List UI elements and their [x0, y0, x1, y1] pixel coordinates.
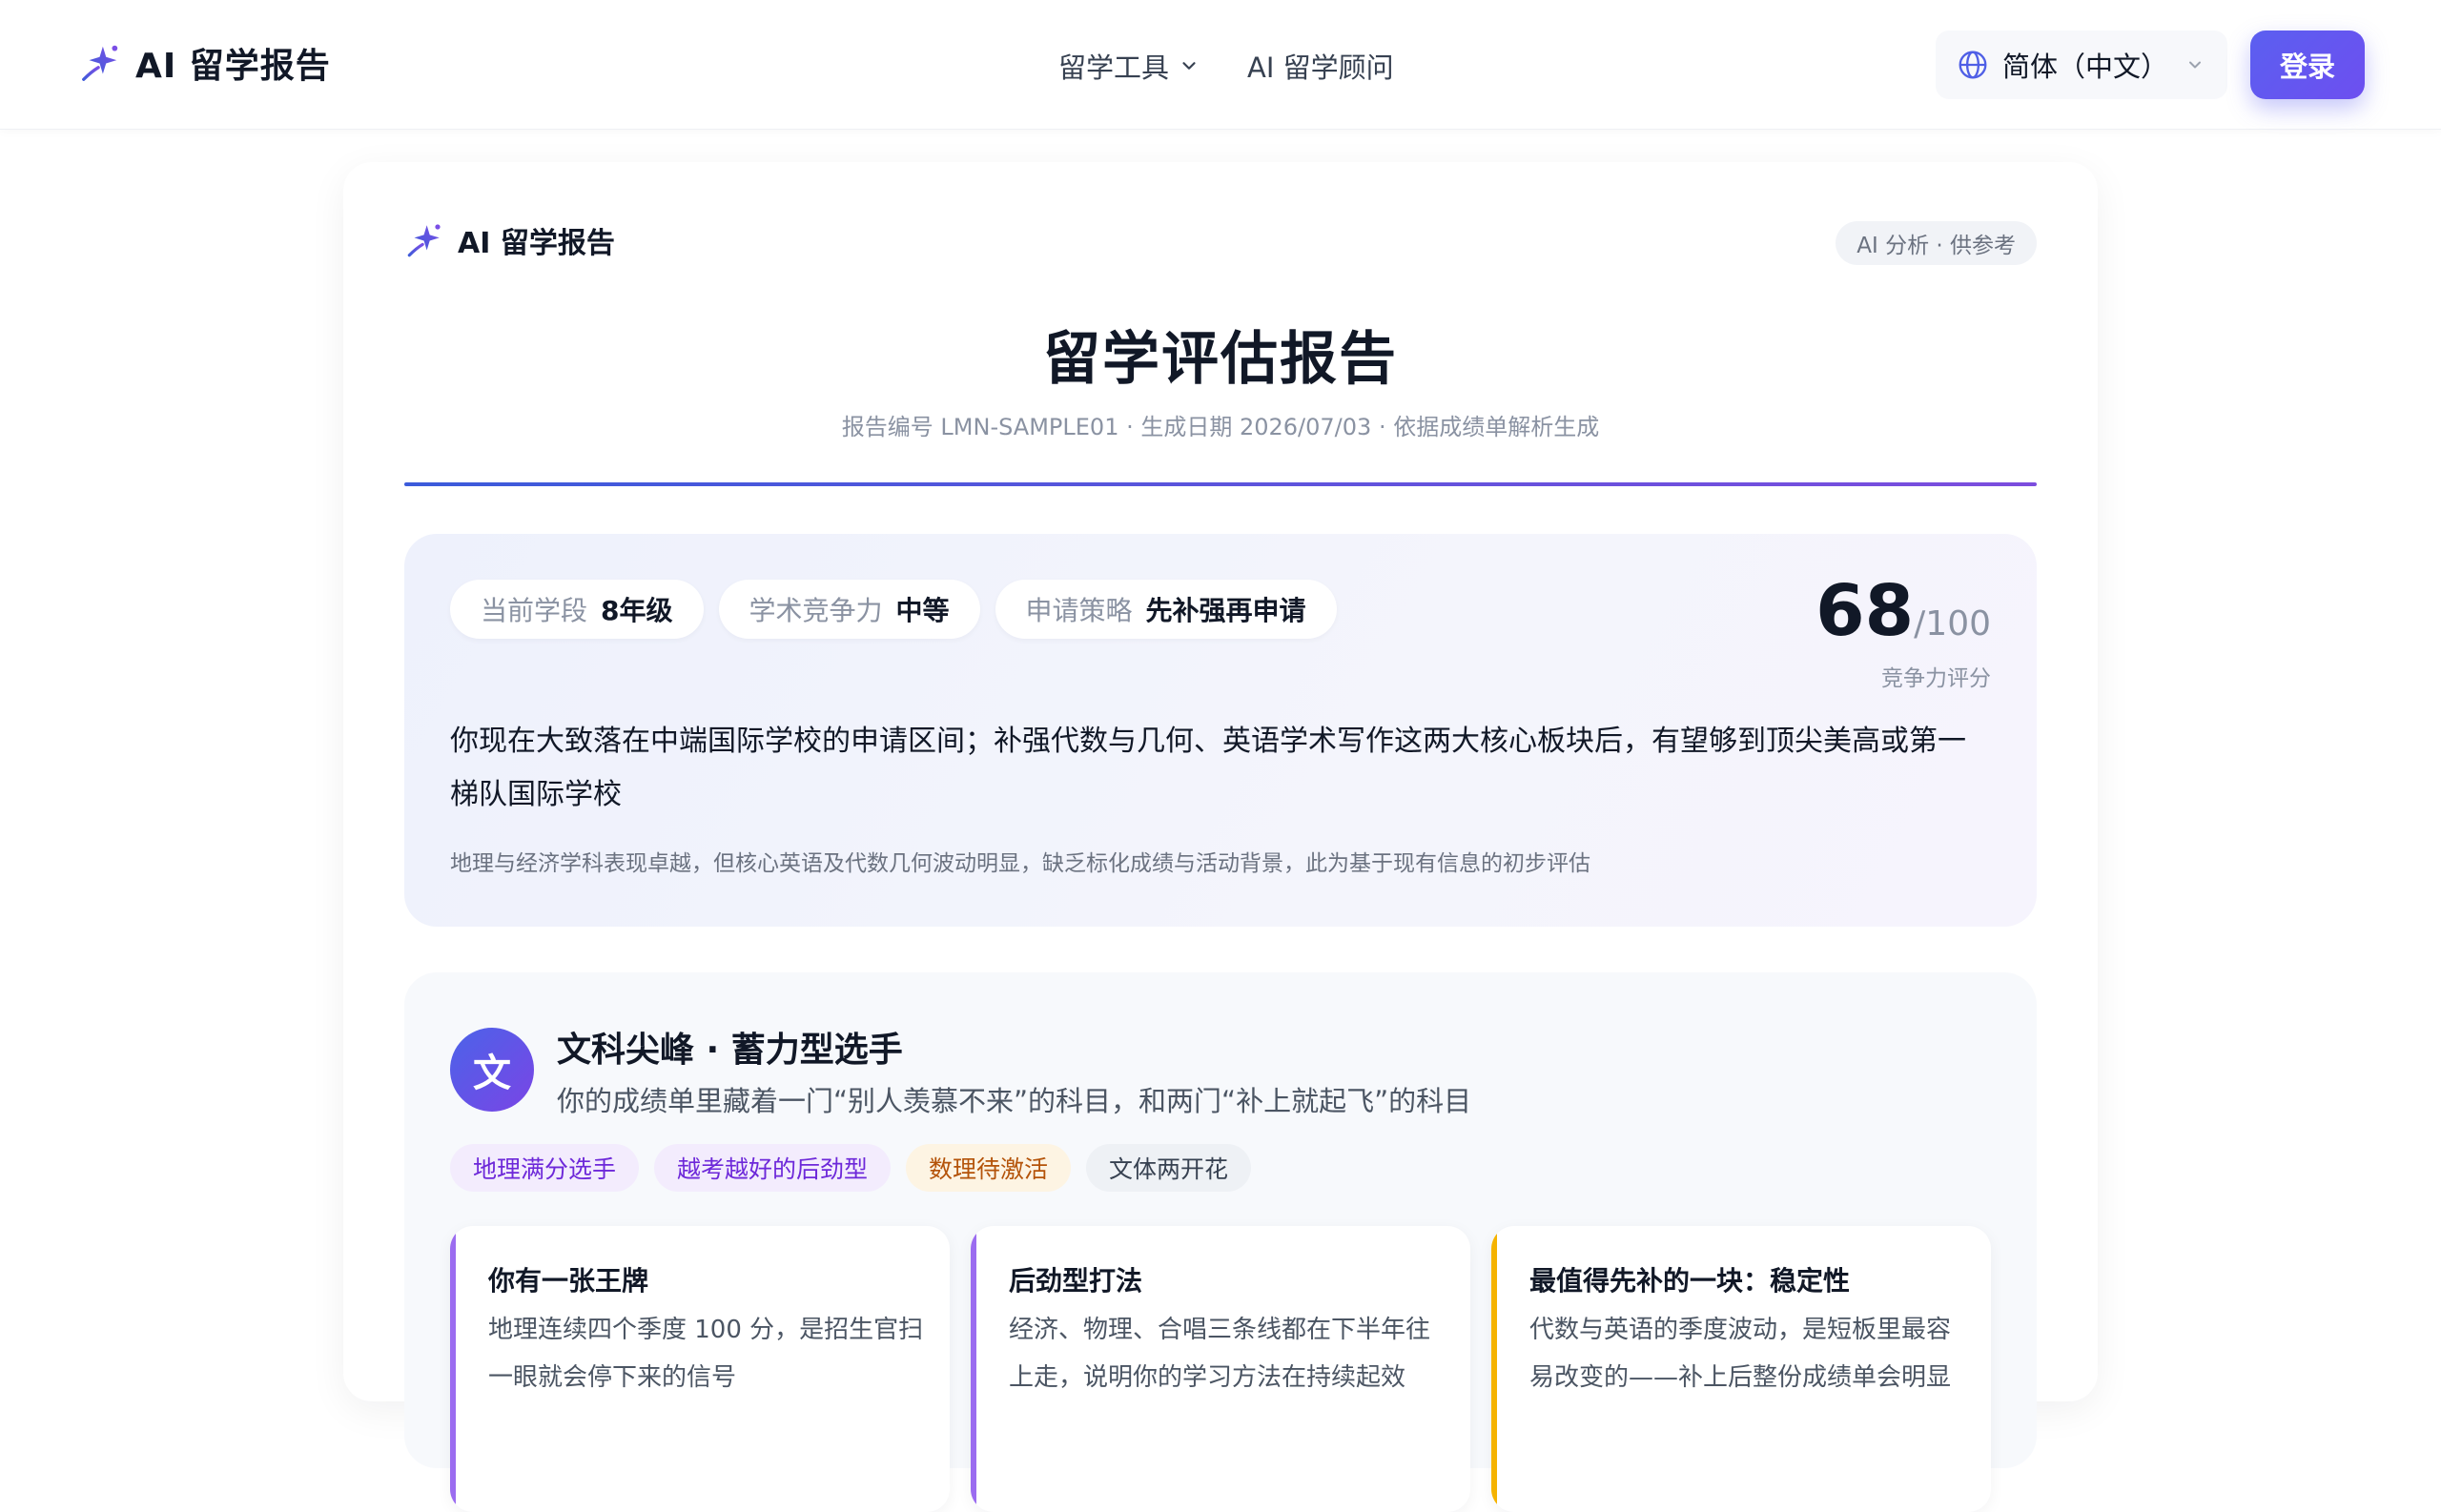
pill-key: 学术竞争力 — [749, 595, 883, 626]
language-selector[interactable]: 简体（中文） — [1936, 31, 2227, 99]
nav-study-tools[interactable]: 留学工具 — [1058, 46, 1200, 86]
insight-card: 你有一张王牌 地理连续四个季度 100 分，是招生官扫一眼就会停下来的信号 — [450, 1226, 950, 1512]
pill-key: 申请策略 — [1025, 595, 1133, 626]
profile-tags: 地理满分选手 越考越好的后劲型 数理待激活 文体两开花 — [450, 1144, 1252, 1192]
score-denominator: /100 — [1914, 604, 1991, 644]
card-body: 地理连续四个季度 100 分，是招生官扫一眼就会停下来的信号 — [488, 1316, 924, 1392]
profile-tag: 文体两开花 — [1086, 1144, 1252, 1192]
app-logo[interactable]: AI 留学报告 — [78, 38, 331, 88]
pill-grade: 当前学段 8年级 — [450, 580, 704, 639]
pill-strategy: 申请策略 先补强再申请 — [995, 580, 1337, 639]
profile-tag: 数理待激活 — [906, 1144, 1072, 1192]
card-accent-bar — [971, 1226, 976, 1512]
nav-item-label: AI 留学顾问 — [1247, 51, 1394, 84]
login-button[interactable]: 登录 — [2250, 31, 2365, 99]
pill-value: 8年级 — [601, 595, 673, 626]
profile-tag: 地理满分选手 — [450, 1144, 640, 1192]
chevron-down-icon — [1182, 62, 1196, 70]
chevron-down-icon — [2189, 61, 2201, 69]
report-brand: AI 留学报告 — [404, 219, 615, 261]
nav-ai-consultant[interactable]: AI 留学顾问 — [1247, 46, 1394, 86]
sparkle-logo-icon — [407, 224, 441, 257]
card-body: 经济、物理、合唱三条线都在下半年往上走，说明你的学习方法在持续起效 — [1009, 1316, 1431, 1392]
insight-cards: 你有一张王牌 地理连续四个季度 100 分，是招生官扫一眼就会停下来的信号 后劲… — [450, 1226, 1991, 1512]
nav-item-label: 留学工具 — [1058, 51, 1170, 84]
profile-subtitle: 你的成绩单里藏着一门“别人羡慕不来”的科目，和两门“补上就起飞”的科目 — [557, 1085, 1472, 1117]
summary-text: 你现在大致落在中端国际学校的申请区间；补强代数与几何、英语学术写作这两大核心板块… — [450, 725, 1966, 811]
insight-card: 后劲型打法 经济、物理、合唱三条线都在下半年往上走，说明你的学习方法在持续起效 — [971, 1226, 1470, 1512]
title-divider — [404, 482, 2037, 486]
competitiveness-score: 68/100 竞争力评分 — [1815, 576, 1991, 692]
card-accent-bar — [1491, 1226, 1497, 1512]
language-label: 简体（中文） — [2002, 51, 2169, 83]
pill-key: 当前学段 — [481, 595, 588, 626]
pill-competitiveness: 学术竞争力 中等 — [718, 580, 980, 639]
score-label: 竞争力评分 — [1881, 666, 1991, 691]
report-title: 留学评估报告 — [1043, 326, 1398, 393]
card-title: 你有一张王牌 — [488, 1265, 649, 1297]
report-card: AI 留学报告 AI 分析 · 供参考 留学评估报告 报告编号 LMN-SAMP… — [343, 162, 2098, 1512]
card-accent-bar — [450, 1226, 456, 1512]
sparkle-logo-icon — [82, 45, 118, 81]
summary-note: 地理与经济学科表现卓越，但核心英语及代数几何波动明显，缺乏标化成绩与活动背景，此… — [450, 851, 1590, 876]
globe-icon — [1959, 51, 1987, 79]
profile-tag: 越考越好的后劲型 — [654, 1144, 892, 1192]
profile-panel: 文 文科尖峰 · 蓄力型选手 你的成绩单里藏着一门“别人羡慕不来”的科目，和两门… — [404, 972, 2037, 1512]
card-title: 最值得先补的一块：稳定性 — [1529, 1265, 1851, 1297]
ai-disclaimer-badge: AI 分析 · 供参考 — [1836, 221, 2037, 265]
card-title: 后劲型打法 — [1009, 1265, 1143, 1297]
app-title: AI 留学报告 — [135, 47, 331, 86]
top-navigation-bar: AI 留学报告 留学工具 AI 留学顾问 简体（中文） 登录 — [0, 0, 2441, 130]
main-nav: 留学工具 AI 留学顾问 — [1058, 46, 1394, 86]
score-value: 68 — [1815, 570, 1915, 652]
summary-panel: 当前学段 8年级 学术竞争力 中等 申请策略 先补强再申请 68/100 竞争力… — [404, 534, 2037, 927]
summary-pills: 当前学段 8年级 学术竞争力 中等 申请策略 先补强再申请 — [450, 580, 1337, 639]
profile-title: 文科尖峰 · 蓄力型选手 — [557, 1031, 903, 1070]
report-brand-label: AI 留学报告 — [458, 227, 615, 260]
insight-card: 最值得先补的一块：稳定性 代数与英语的季度波动，是短板里最容易改变的——补上后整… — [1491, 1226, 1991, 1512]
report-meta: 报告编号 LMN-SAMPLE01 · 生成日期 2026/07/03 · 依据… — [841, 414, 1600, 440]
pill-value: 先补强再申请 — [1145, 595, 1306, 626]
pill-value: 中等 — [895, 595, 950, 626]
profile-avatar: 文 — [450, 1028, 534, 1112]
card-body: 代数与英语的季度波动，是短板里最容易改变的——补上后整份成绩单会明显 — [1529, 1316, 1952, 1392]
